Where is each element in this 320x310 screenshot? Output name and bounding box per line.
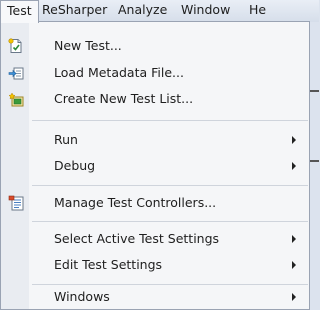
submenu-arrow-icon xyxy=(292,293,296,301)
menu-window[interactable]: Window xyxy=(175,0,236,22)
new-test-item[interactable]: New Test... xyxy=(1,33,309,59)
select-active-test-settings-label: Select Active Test Settings xyxy=(54,231,220,246)
menu-separator xyxy=(32,185,308,186)
load-metadata-item[interactable]: Load Metadata File... xyxy=(1,60,309,86)
menu-test[interactable]: Test xyxy=(0,0,39,23)
test-controllers-icon xyxy=(8,195,24,211)
debug-label: Debug xyxy=(54,158,96,173)
run-item[interactable]: Run xyxy=(1,127,309,153)
menu-separator xyxy=(32,120,308,121)
menu-help[interactable]: He xyxy=(243,0,272,22)
menu-resharper[interactable]: ReSharper xyxy=(36,0,113,22)
background-divider xyxy=(310,160,319,170)
windows-item[interactable]: Windows xyxy=(1,284,309,310)
create-test-list-label: Create New Test List... xyxy=(54,91,194,106)
edit-test-settings-item[interactable]: Edit Test Settings xyxy=(1,252,309,278)
submenu-arrow-icon xyxy=(292,235,296,243)
new-test-label: New Test... xyxy=(54,38,122,53)
manage-test-controllers-item[interactable]: Manage Test Controllers... xyxy=(1,190,309,216)
test-dropdown-menu: New Test... Load Metadata File... Create… xyxy=(0,21,310,310)
menu-separator xyxy=(32,221,308,222)
new-test-icon xyxy=(8,38,24,54)
background-divider xyxy=(310,90,319,100)
create-test-list-icon xyxy=(8,91,24,107)
submenu-arrow-icon xyxy=(292,162,296,170)
debug-item[interactable]: Debug xyxy=(1,153,309,179)
load-metadata-icon xyxy=(8,65,24,81)
edit-test-settings-label: Edit Test Settings xyxy=(54,257,163,272)
menu-analyze[interactable]: Analyze xyxy=(112,0,173,22)
create-test-list-item[interactable]: Create New Test List... xyxy=(1,86,309,112)
menu-bar: Test ReSharper Analyze Window He xyxy=(0,0,319,23)
windows-label: Windows xyxy=(54,289,110,304)
submenu-arrow-icon xyxy=(292,261,296,269)
submenu-arrow-icon xyxy=(292,136,296,144)
select-active-test-settings-item[interactable]: Select Active Test Settings xyxy=(1,226,309,252)
manage-test-controllers-label: Manage Test Controllers... xyxy=(54,195,217,210)
load-metadata-label: Load Metadata File... xyxy=(54,65,184,80)
run-label: Run xyxy=(54,132,78,147)
